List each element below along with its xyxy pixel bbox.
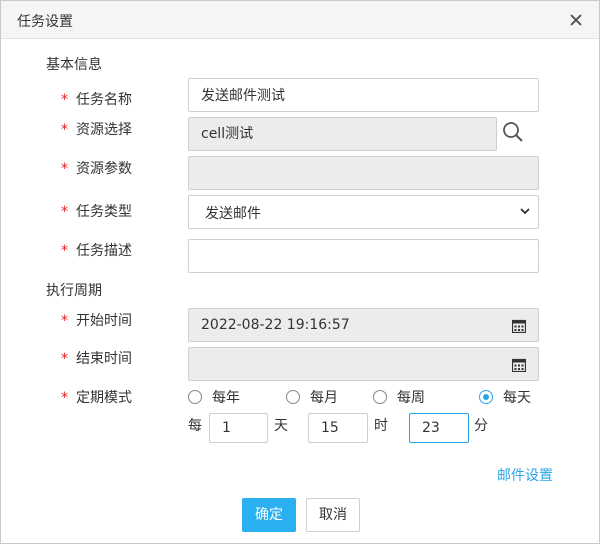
mode-label-text: 定期模式 [76,390,132,406]
task-type-selected: 发送邮件 [205,206,261,222]
start-time-calendar-button[interactable] [499,308,539,342]
day-unit: 天 [274,418,288,434]
required-mark: * [61,390,68,406]
task-name-input[interactable] [188,78,539,112]
task-name-label-text: 任务名称 [76,92,132,108]
resource-params-label-text: 资源参数 [76,161,132,177]
radio-monthly[interactable]: 每月 [286,387,338,407]
interval-prefix: 每 [188,418,202,434]
radio-daily[interactable]: 每天 [479,387,531,407]
cancel-button[interactable]: 取消 [306,498,360,532]
dialog-title: 任务设置 [17,14,73,30]
radio-circle[interactable] [188,390,202,404]
required-mark: * [61,92,68,108]
section-schedule: 执行周期 [46,283,102,299]
end-time-field[interactable] [188,347,500,381]
confirm-button[interactable]: 确定 [242,498,296,532]
start-time-label: * 开始时间 [61,310,132,330]
calendar-icon [512,319,526,333]
minute-input[interactable] [409,413,469,443]
end-time-label-text: 结束时间 [76,351,132,367]
resource-select-field[interactable]: cell测试 [188,117,497,151]
task-settings-dialog: 任务设置 基本信息 * 任务名称 * 资源选择 cell测试 * 资源参数 * 任务类型… [0,0,600,544]
mail-settings-link[interactable]: 邮件设置 [497,465,553,485]
required-mark: * [61,122,68,138]
hour-input[interactable] [308,413,368,443]
radio-weekly-label: 每周 [397,390,425,406]
chevron-down-icon [520,208,530,215]
task-desc-label: * 任务描述 [61,240,132,260]
end-time-label: * 结束时间 [61,348,132,368]
required-mark: * [61,243,68,259]
mode-label: * 定期模式 [61,387,132,407]
calendar-icon [512,358,526,372]
required-mark: * [61,351,68,367]
radio-circle[interactable] [286,390,300,404]
task-desc-label-text: 任务描述 [76,243,132,259]
resource-label-text: 资源选择 [76,122,132,138]
radio-circle-selected[interactable] [479,390,493,404]
task-type-label-text: 任务类型 [76,204,132,220]
resource-label: * 资源选择 [61,119,132,139]
radio-yearly-label: 每年 [212,390,240,406]
end-time-calendar-button[interactable] [499,347,539,381]
search-icon[interactable] [501,120,525,144]
resource-params-field [188,156,539,190]
start-time-label-text: 开始时间 [76,313,132,329]
radio-daily-label: 每天 [503,390,531,406]
day-input[interactable] [209,413,268,443]
hour-unit: 时 [374,418,388,434]
required-mark: * [61,313,68,329]
start-time-field[interactable]: 2022-08-22 19:16:57 [188,308,500,342]
resource-params-label: * 资源参数 [61,158,132,178]
task-type-select[interactable]: 发送邮件 [188,195,539,229]
task-desc-input[interactable] [188,239,539,273]
required-mark: * [61,161,68,177]
required-mark: * [61,204,68,220]
dialog-titlebar: 任务设置 [1,1,599,39]
radio-weekly[interactable]: 每周 [373,387,425,407]
radio-circle[interactable] [373,390,387,404]
close-icon[interactable] [567,11,585,29]
minute-unit: 分 [474,418,488,434]
section-basic-info: 基本信息 [46,57,102,73]
task-type-label: * 任务类型 [61,201,132,221]
task-name-label: * 任务名称 [61,89,132,109]
radio-yearly[interactable]: 每年 [188,387,240,407]
radio-monthly-label: 每月 [310,390,338,406]
